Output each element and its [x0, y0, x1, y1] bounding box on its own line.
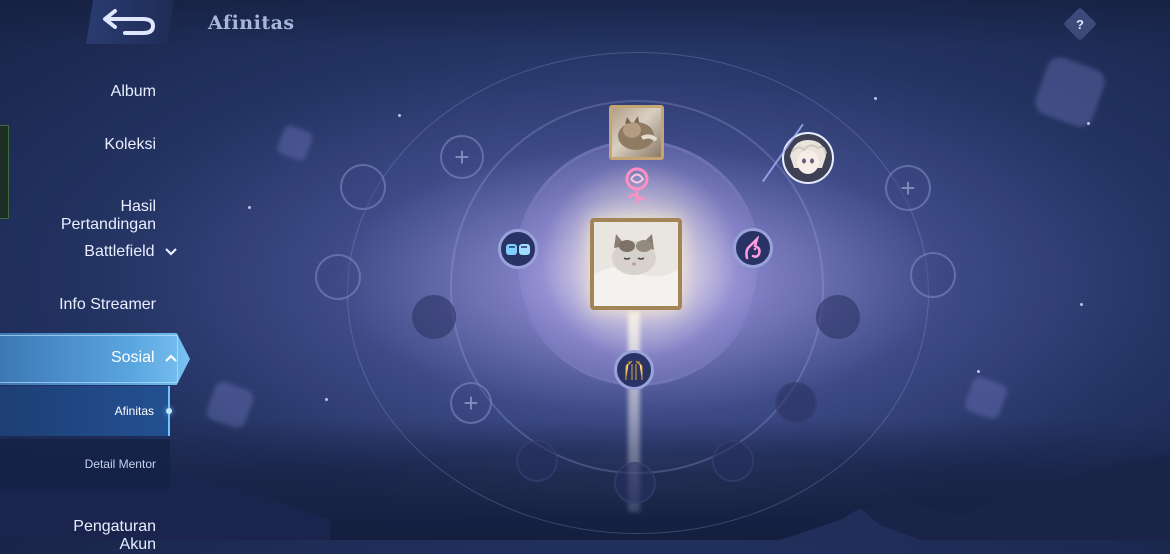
add-friend-slot[interactable]: +	[885, 165, 931, 211]
subnav-item-label: Detail Mentor	[84, 457, 156, 471]
subnav-item-label: Afinitas	[114, 404, 154, 418]
back-button[interactable]	[86, 0, 174, 44]
empty-slot[interactable]	[315, 254, 361, 300]
back-arrow-icon	[103, 9, 156, 35]
sidebar-item-label: Album	[110, 83, 156, 100]
sidebar: Album Koleksi Hasil Pertandingan Battlef…	[0, 45, 195, 553]
sidebar-item-info-streamer[interactable]: Info Streamer	[59, 296, 156, 314]
cat-photo-icon	[618, 116, 658, 150]
sidebar-item-koleksi[interactable]: Koleksi	[104, 136, 156, 154]
chevron-down-icon	[165, 248, 177, 256]
sidebar-item-label: Pengaturan Akun	[73, 518, 156, 553]
empty-slot[interactable]	[816, 295, 860, 339]
empty-slot[interactable]	[516, 440, 558, 482]
unicorn-icon	[745, 236, 761, 260]
relation-badge-buddy[interactable]	[498, 229, 538, 269]
rose-icon	[625, 167, 649, 204]
relation-badge-mentor[interactable]	[614, 350, 654, 390]
empty-slot[interactable]	[340, 164, 386, 210]
friend-avatar-top[interactable]	[609, 105, 664, 160]
sidebar-item-battlefield[interactable]: Battlefield	[84, 243, 177, 261]
top-bar	[0, 0, 1170, 45]
chevron-up-icon	[165, 354, 177, 362]
sidebar-item-label: Hasil Pertandingan	[60, 198, 156, 233]
sidebar-item-label: Sosial	[110, 349, 155, 366]
plus-icon: +	[900, 172, 916, 203]
relation-badge-close-friend[interactable]	[733, 228, 773, 268]
question-mark-icon: ?	[1076, 16, 1084, 32]
empty-slot[interactable]	[614, 462, 656, 504]
plus-icon: +	[463, 387, 479, 418]
sidebar-item-hasil-pertandingan[interactable]: Hasil Pertandingan	[61, 180, 156, 234]
sidebar-item-label: Koleksi	[104, 136, 156, 153]
help-button[interactable]: ?	[1063, 7, 1097, 41]
sidebar-item-album[interactable]: Album	[111, 83, 156, 101]
sidebar-item-sosial-label[interactable]: Sosial	[111, 349, 177, 367]
page-title: Afinitas	[208, 12, 295, 34]
high-five-hands-icon	[625, 360, 643, 380]
empty-slot[interactable]	[775, 382, 817, 424]
sidebar-item-pengaturan-akun[interactable]: Pengaturan Akun	[73, 500, 156, 554]
subnav-item-detail-mentor[interactable]: Detail Mentor	[0, 439, 170, 489]
add-friend-slot[interactable]: +	[450, 382, 492, 424]
player-avatar[interactable]	[590, 218, 682, 310]
empty-slot[interactable]	[712, 440, 754, 482]
subnav-item-afinitas[interactable]: Afinitas	[0, 386, 172, 436]
empty-slot[interactable]	[412, 295, 456, 339]
sidebar-item-label: Battlefield	[84, 243, 155, 260]
fist-bump-icon	[506, 244, 530, 255]
sidebar-item-label: Info Streamer	[59, 296, 156, 313]
sidebar-edge-tab	[0, 125, 9, 219]
cat-in-blanket-photo-icon	[594, 222, 678, 306]
plus-icon: +	[454, 141, 470, 172]
active-indicator-dot	[166, 408, 172, 414]
empty-slot[interactable]	[910, 252, 956, 298]
add-friend-slot[interactable]: +	[440, 135, 484, 179]
